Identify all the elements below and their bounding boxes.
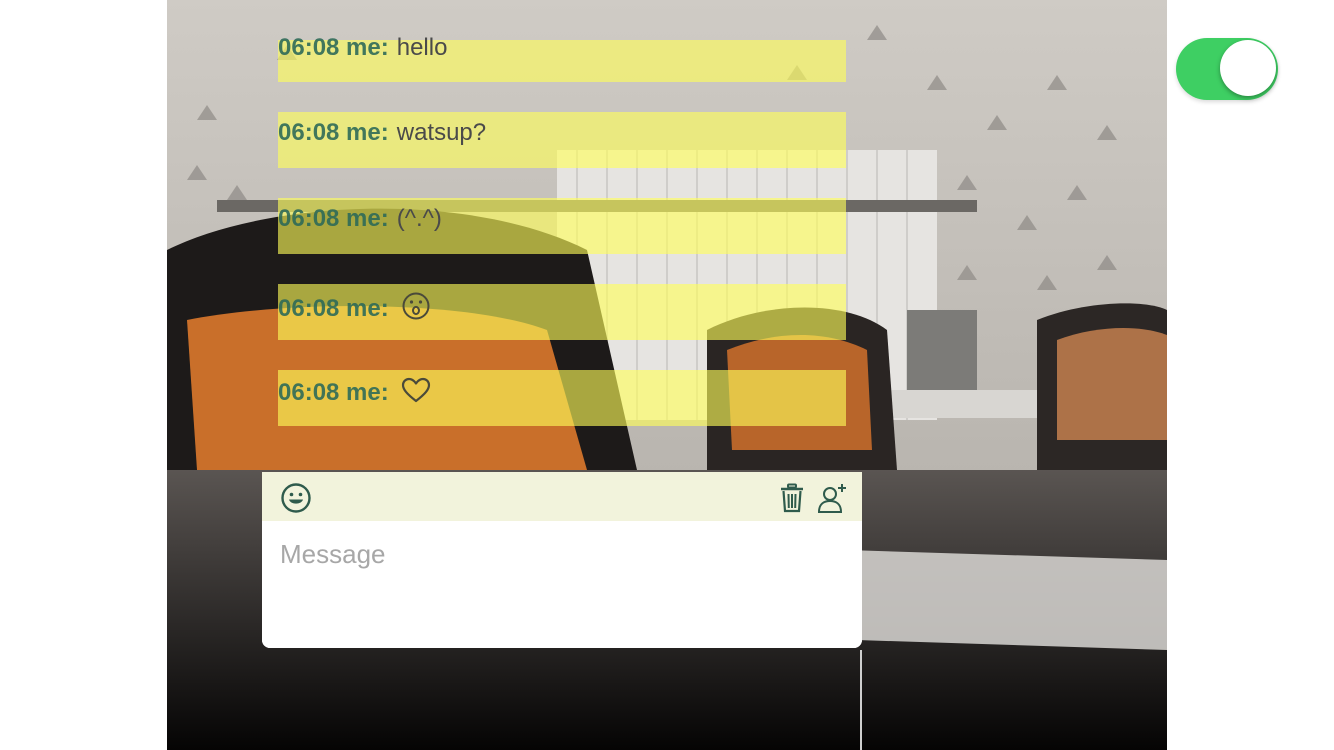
chat-message: 06:08 me: <box>278 370 846 426</box>
heart-icon <box>401 377 431 410</box>
message-time-author: 06:08 me: <box>278 294 389 322</box>
surprised-face-icon <box>401 291 431 328</box>
video-toggle-switch[interactable] <box>1176 38 1278 100</box>
trash-icon <box>779 483 805 518</box>
message-composer <box>262 472 862 648</box>
message-time-author: 06:08 me: <box>278 34 389 61</box>
add-user-button[interactable] <box>816 482 848 519</box>
toggle-knob[interactable] <box>1220 40 1276 96</box>
message-input[interactable] <box>262 521 862 648</box>
chat-message: 06:08 me: (^.^) <box>278 198 846 254</box>
chat-message: 06:08 me: <box>278 284 846 340</box>
message-text: hello <box>396 34 448 61</box>
chat-message: 06:08 me: hello <box>278 34 846 82</box>
chat-message: 06:08 me: watsup? <box>278 112 846 168</box>
add-user-icon <box>816 482 848 519</box>
message-text: (^.^) <box>396 205 442 232</box>
delete-chat-button[interactable] <box>776 483 808 518</box>
composer-toolbar <box>262 472 862 521</box>
divider <box>860 650 862 750</box>
message-time-author: 06:08 me: <box>278 378 389 406</box>
smiley-face-icon <box>280 482 312 519</box>
emoji-button[interactable] <box>280 482 312 519</box>
message-time-author: 06:08 me: <box>278 205 389 232</box>
message-time-author: 06:08 me: <box>278 119 389 146</box>
message-text: watsup? <box>396 119 487 146</box>
